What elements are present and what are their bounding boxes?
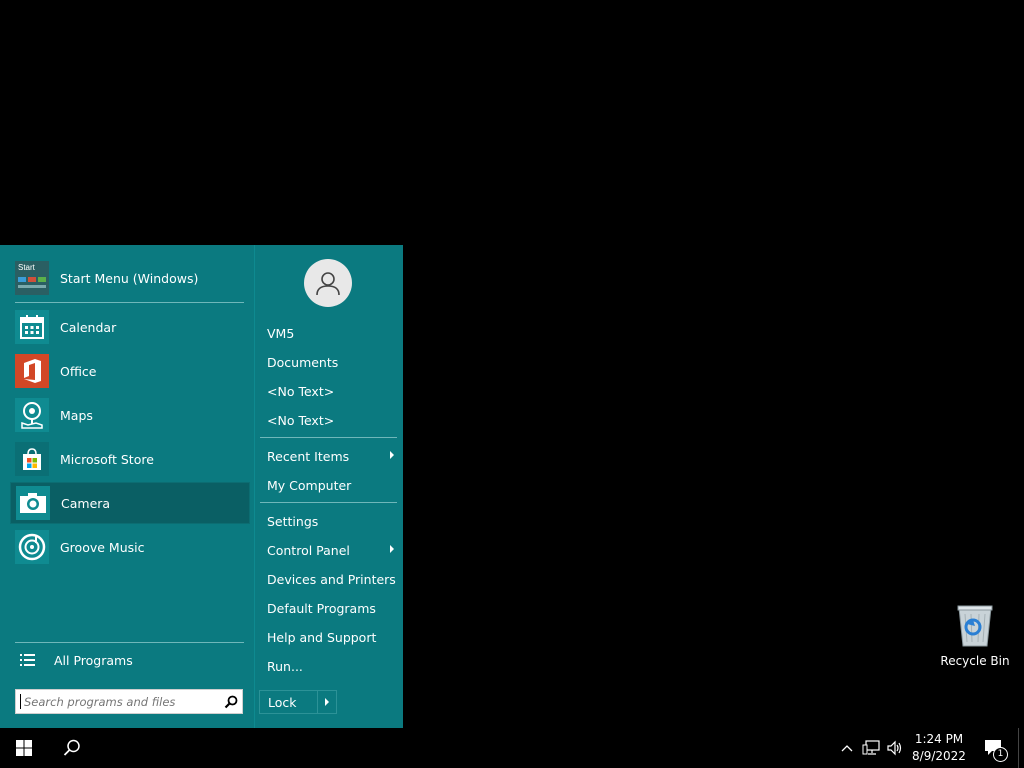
recycle-bin[interactable]: Recycle Bin — [938, 600, 1012, 668]
program-start-menu-windows[interactable]: Start Start Menu (Windows) — [10, 257, 250, 299]
shutdown-options-button[interactable] — [318, 691, 336, 713]
office-icon — [15, 354, 49, 388]
devices-printers-label: Devices and Printers — [267, 571, 396, 587]
clock-time: 1:24 PM — [914, 732, 964, 746]
all-programs-label: All Programs — [54, 652, 133, 668]
no-text-label: <No Text> — [267, 383, 335, 399]
program-label: Office — [60, 363, 97, 379]
user-name-label: VM5 — [267, 325, 295, 341]
calendar-icon — [15, 310, 49, 344]
lock-button[interactable]: Lock — [260, 691, 318, 713]
program-maps[interactable]: Maps — [10, 394, 250, 436]
submenu-arrow-icon — [390, 545, 394, 553]
documents-item[interactable]: Documents — [260, 349, 398, 375]
help-support-label: Help and Support — [267, 629, 377, 645]
run-label: Run... — [267, 658, 303, 674]
groove-music-icon — [15, 530, 49, 564]
windows-logo-icon — [16, 740, 32, 756]
clock-date: 8/9/2022 — [912, 749, 966, 763]
show-desktop-button[interactable] — [1018, 728, 1024, 768]
help-support-item[interactable]: Help and Support — [260, 624, 398, 650]
no-text-item-1[interactable]: <No Text> — [260, 378, 398, 404]
program-calendar[interactable]: Calendar — [10, 306, 250, 348]
action-center-button[interactable]: 1 — [982, 738, 1008, 762]
show-hidden-icons-button[interactable] — [837, 738, 857, 758]
chevron-up-icon — [841, 745, 853, 752]
program-microsoft-store[interactable]: Microsoft Store — [10, 438, 250, 480]
chevron-right-icon — [325, 698, 329, 706]
start-menu: Start Start Menu (Windows) Calendar Offi… — [0, 245, 403, 728]
submenu-arrow-icon — [390, 451, 394, 459]
no-text-label: <No Text> — [267, 412, 335, 428]
program-camera[interactable]: Camera — [10, 482, 250, 524]
list-icon — [20, 654, 35, 666]
my-computer-label: My Computer — [267, 477, 352, 493]
taskbar-clock[interactable]: 1:24 PM 8/9/2022 — [904, 731, 974, 765]
search-input[interactable] — [21, 691, 220, 712]
settings-item[interactable]: Settings — [260, 508, 398, 534]
my-computer-item[interactable]: My Computer — [260, 472, 398, 498]
lock-button-group: Lock — [259, 690, 337, 714]
recent-items-label: Recent Items — [267, 448, 350, 464]
all-programs-button[interactable]: All Programs — [16, 647, 246, 673]
start-menu-programs-pane: Start Start Menu (Windows) Calendar Offi… — [0, 245, 254, 728]
user-icon — [316, 272, 340, 296]
default-programs-label: Default Programs — [267, 600, 376, 616]
programs-separator — [15, 302, 244, 303]
lock-label: Lock — [268, 694, 297, 710]
program-label: Groove Music — [60, 539, 145, 555]
recent-items-item[interactable]: Recent Items — [260, 443, 398, 469]
taskbar: 1:24 PM 8/9/2022 1 — [0, 728, 1024, 768]
no-text-item-2[interactable]: <No Text> — [260, 407, 398, 433]
program-label: Maps — [60, 407, 93, 423]
user-name-item[interactable]: VM5 — [260, 320, 398, 346]
network-icon[interactable] — [861, 738, 881, 758]
maps-icon — [15, 398, 49, 432]
search-box[interactable] — [15, 689, 243, 714]
search-icon[interactable] — [220, 691, 242, 713]
all-programs-separator — [15, 642, 244, 643]
user-avatar[interactable] — [304, 259, 352, 307]
places-separator-2 — [260, 502, 397, 503]
program-office[interactable]: Office — [10, 350, 250, 392]
program-label: Camera — [61, 495, 111, 511]
camera-icon — [16, 486, 50, 520]
devices-printers-item[interactable]: Devices and Printers — [260, 566, 398, 592]
documents-label: Documents — [267, 354, 339, 370]
settings-label: Settings — [267, 513, 319, 529]
program-groove-music[interactable]: Groove Music — [10, 526, 250, 568]
store-icon — [15, 442, 49, 476]
start-button[interactable] — [0, 728, 48, 768]
program-label: Calendar — [60, 319, 117, 335]
recycle-bin-label: Recycle Bin — [940, 654, 1010, 668]
recycle-bin-icon — [957, 605, 993, 647]
notification-count-badge: 1 — [993, 747, 1008, 762]
start-menu-app-icon: Start — [15, 261, 49, 295]
places-separator-1 — [260, 437, 397, 438]
run-item[interactable]: Run... — [260, 653, 398, 679]
start-menu-app-icon-text: Start — [18, 263, 35, 272]
volume-icon[interactable] — [885, 738, 905, 758]
default-programs-item[interactable]: Default Programs — [260, 595, 398, 621]
taskbar-search-button[interactable] — [48, 728, 96, 768]
control-panel-item[interactable]: Control Panel — [260, 537, 398, 563]
program-label: Start Menu (Windows) — [60, 270, 199, 286]
program-label: Microsoft Store — [60, 451, 154, 467]
search-icon — [63, 739, 80, 756]
control-panel-label: Control Panel — [267, 542, 350, 558]
start-menu-places-pane: VM5 Documents <No Text> <No Text> Recent… — [254, 245, 404, 728]
